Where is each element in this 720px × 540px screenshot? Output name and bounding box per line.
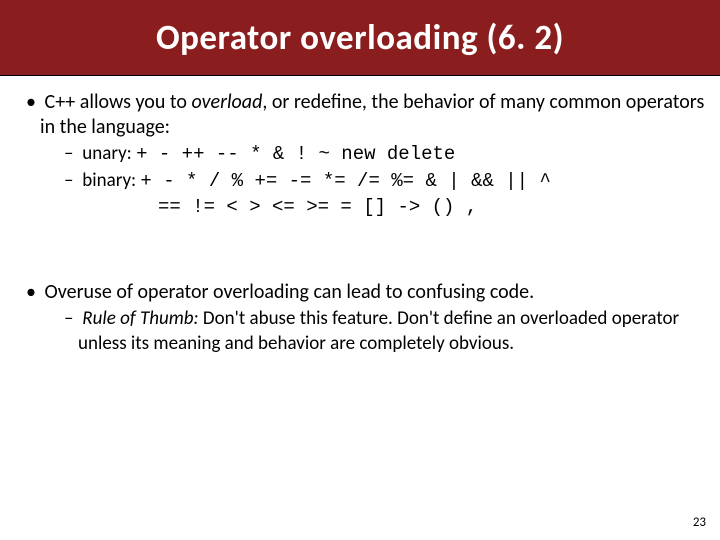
title-main: Operator overloading bbox=[156, 17, 478, 59]
bullet-1-binary: binary: + - * / % += -= *= /= %= & | && … bbox=[40, 169, 710, 220]
unary-operators: + - ++ -- * & ! ~ new delete bbox=[136, 143, 455, 165]
title-bar: Operator overloading (6. 2) bbox=[0, 0, 720, 76]
slide-title: Operator overloading (6. 2) bbox=[156, 17, 564, 59]
title-section: (6. 2) bbox=[487, 17, 565, 59]
slide-body: C++ allows you to overload, or redefine,… bbox=[0, 76, 720, 356]
rule-of-thumb-lead: Rule of Thumb: bbox=[82, 307, 198, 330]
bullet-1-pre: C++ allows you to bbox=[45, 90, 192, 114]
bullet-1: C++ allows you to overload, or redefine,… bbox=[10, 90, 710, 220]
bullet-2-sub: Rule of Thumb: Don't abuse this feature.… bbox=[40, 307, 710, 356]
binary-operators-line2: == != < > <= >= = [] -> () , bbox=[78, 195, 710, 220]
bullet-2-text: Overuse of operator overloading can lead… bbox=[45, 280, 535, 304]
bullet-2: Overuse of operator overloading can lead… bbox=[10, 280, 710, 356]
bullet-1-emph: overload bbox=[191, 90, 262, 114]
binary-label: binary: bbox=[82, 169, 140, 192]
bullet-1-unary: unary: + - ++ -- * & ! ~ new delete bbox=[40, 142, 710, 167]
spacer bbox=[10, 226, 710, 280]
unary-label: unary: bbox=[82, 142, 136, 165]
page-number: 23 bbox=[693, 515, 706, 530]
binary-operators-line1: + - * / % += -= *= /= %= & | && || ^ bbox=[140, 170, 550, 192]
